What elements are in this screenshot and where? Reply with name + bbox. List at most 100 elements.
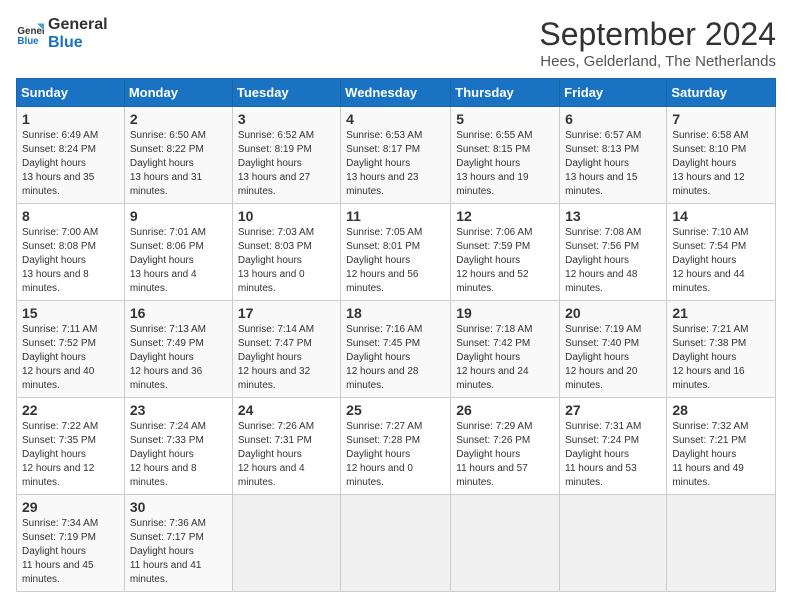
calendar-table: Sunday Monday Tuesday Wednesday Thursday…: [16, 78, 776, 592]
day-number: 8: [22, 208, 119, 224]
day-number: 21: [672, 305, 770, 321]
day-number: 25: [346, 402, 445, 418]
table-row: 1 Sunrise: 6:49 AMSunset: 8:24 PMDaylight…: [17, 107, 125, 204]
day-info: Sunrise: 6:53 AMSunset: 8:17 PMDaylight …: [346, 129, 445, 199]
header-monday: Monday: [124, 79, 232, 107]
table-row: 23Sunrise: 7:24 AMSunset: 7:33 PMDayligh…: [124, 398, 232, 495]
table-row: 4 Sunrise: 6:53 AMSunset: 8:17 PMDaylight…: [341, 107, 451, 204]
day-info: Sunrise: 6:52 AMSunset: 8:19 PMDaylight …: [238, 129, 335, 199]
table-row: 11Sunrise: 7:05 AMSunset: 8:01 PMDayligh…: [341, 204, 451, 301]
day-number: 18: [346, 305, 445, 321]
day-info: Sunrise: 7:21 AMSunset: 7:38 PMDaylight …: [672, 323, 770, 393]
table-row: 9Sunrise: 7:01 AMSunset: 8:06 PMDaylight…: [124, 204, 232, 301]
table-row: 15 Sunrise: 7:11 AMSunset: 7:52 PMDayligh…: [17, 301, 125, 398]
logo-text-blue: Blue: [48, 34, 108, 52]
day-number: 12: [456, 208, 554, 224]
day-info: Sunrise: 7:00 AMSunset: 8:08 PMDaylight …: [22, 226, 119, 296]
day-number: 3: [238, 111, 335, 127]
table-row: 24 Sunrise: 7:26 AMSunset: 7:31 PMDayligh…: [232, 398, 340, 495]
day-number: 16: [130, 305, 227, 321]
table-row: 8 Sunrise: 7:00 AMSunset: 8:08 PMDaylight…: [17, 204, 125, 301]
day-info: Sunrise: 6:50 AMSunset: 8:22 PMDaylight …: [130, 129, 227, 199]
day-info: Sunrise: 7:22 AMSunset: 7:35 PMDaylight …: [22, 420, 119, 490]
day-number: 30: [130, 499, 227, 515]
day-info: Sunrise: 7:26 AMSunset: 7:31 PMDaylight …: [238, 420, 335, 490]
table-row: 20Sunrise: 7:19 AMSunset: 7:40 PMDayligh…: [560, 301, 667, 398]
header-sunday: Sunday: [17, 79, 125, 107]
table-row: [560, 495, 667, 592]
day-info: Sunrise: 7:29 AMSunset: 7:26 PMDaylight …: [456, 420, 554, 490]
day-number: 4: [346, 111, 445, 127]
logo: General Blue General Blue: [16, 16, 108, 52]
day-info: Sunrise: 6:57 AMSunset: 8:13 PMDaylight …: [565, 129, 661, 199]
svg-text:Blue: Blue: [17, 36, 39, 47]
page-header: General Blue General Blue September 2024…: [16, 16, 776, 70]
day-number: 5: [456, 111, 554, 127]
day-info: Sunrise: 7:36 AMSunset: 7:17 PMDaylight …: [130, 517, 227, 587]
table-row: 16Sunrise: 7:13 AMSunset: 7:49 PMDayligh…: [124, 301, 232, 398]
day-info: Sunrise: 7:27 AMSunset: 7:28 PMDaylight …: [346, 420, 445, 490]
day-info: Sunrise: 7:10 AMSunset: 7:54 PMDaylight …: [672, 226, 770, 296]
header-friday: Friday: [560, 79, 667, 107]
table-row: 14 Sunrise: 7:10 AMSunset: 7:54 PMDayligh…: [667, 204, 776, 301]
day-info: Sunrise: 6:49 AMSunset: 8:24 PMDaylight …: [22, 129, 119, 199]
day-number: 13: [565, 208, 661, 224]
day-info: Sunrise: 6:58 AMSunset: 8:10 PMDaylight …: [672, 129, 770, 199]
table-row: 18 Sunrise: 7:16 AMSunset: 7:45 PMDayligh…: [341, 301, 451, 398]
header-wednesday: Wednesday: [341, 79, 451, 107]
header-tuesday: Tuesday: [232, 79, 340, 107]
table-row: 28 Sunrise: 7:32 AMSunset: 7:21 PMDayligh…: [667, 398, 776, 495]
day-number: 10: [238, 208, 335, 224]
day-info: Sunrise: 7:08 AMSunset: 7:56 PMDaylight …: [565, 226, 661, 296]
table-row: 29Sunrise: 7:34 AMSunset: 7:19 PMDayligh…: [17, 495, 125, 592]
day-number: 2: [130, 111, 227, 127]
table-row: 12 Sunrise: 7:06 AMSunset: 7:59 PMDayligh…: [451, 204, 560, 301]
day-number: 27: [565, 402, 661, 418]
day-number: 28: [672, 402, 770, 418]
table-row: 27Sunrise: 7:31 AMSunset: 7:24 PMDayligh…: [560, 398, 667, 495]
table-row: 7 Sunrise: 6:58 AMSunset: 8:10 PMDaylight…: [667, 107, 776, 204]
day-number: 7: [672, 111, 770, 127]
day-number: 19: [456, 305, 554, 321]
logo-text-general: General: [48, 16, 108, 34]
day-number: 17: [238, 305, 335, 321]
day-info: Sunrise: 7:03 AMSunset: 8:03 PMDaylight …: [238, 226, 335, 296]
calendar-subtitle: Hees, Gelderland, The Netherlands: [539, 53, 776, 70]
table-row: 21 Sunrise: 7:21 AMSunset: 7:38 PMDayligh…: [667, 301, 776, 398]
day-number: 15: [22, 305, 119, 321]
day-number: 14: [672, 208, 770, 224]
header-saturday: Saturday: [667, 79, 776, 107]
day-info: Sunrise: 7:34 AMSunset: 7:19 PMDaylight …: [22, 517, 119, 587]
calendar-body: 1 Sunrise: 6:49 AMSunset: 8:24 PMDaylight…: [17, 107, 776, 592]
day-info: Sunrise: 7:11 AMSunset: 7:52 PMDaylight …: [22, 323, 119, 393]
logo-icon: General Blue: [16, 20, 44, 48]
table-row: 10 Sunrise: 7:03 AMSunset: 8:03 PMDayligh…: [232, 204, 340, 301]
day-info: Sunrise: 7:16 AMSunset: 7:45 PMDaylight …: [346, 323, 445, 393]
table-row: 2 Sunrise: 6:50 AMSunset: 8:22 PMDaylight…: [124, 107, 232, 204]
day-info: Sunrise: 7:06 AMSunset: 7:59 PMDaylight …: [456, 226, 554, 296]
table-row: 25 Sunrise: 7:27 AMSunset: 7:28 PMDayligh…: [341, 398, 451, 495]
day-info: Sunrise: 7:19 AMSunset: 7:40 PMDaylight …: [565, 323, 661, 393]
day-number: 26: [456, 402, 554, 418]
day-number: 22: [22, 402, 119, 418]
table-row: 30 Sunrise: 7:36 AMSunset: 7:17 PMDayligh…: [124, 495, 232, 592]
day-number: 6: [565, 111, 661, 127]
header-thursday: Thursday: [451, 79, 560, 107]
calendar-title: September 2024: [539, 16, 776, 53]
day-number: 9: [130, 208, 227, 224]
day-info: Sunrise: 7:32 AMSunset: 7:21 PMDaylight …: [672, 420, 770, 490]
table-row: [451, 495, 560, 592]
day-info: Sunrise: 6:55 AMSunset: 8:15 PMDaylight …: [456, 129, 554, 199]
table-row: 19 Sunrise: 7:18 AMSunset: 7:42 PMDayligh…: [451, 301, 560, 398]
day-info: Sunrise: 7:24 AMSunset: 7:33 PMDaylight …: [130, 420, 227, 490]
day-info: Sunrise: 7:18 AMSunset: 7:42 PMDaylight …: [456, 323, 554, 393]
table-row: 13 Sunrise: 7:08 AMSunset: 7:56 PMDayligh…: [560, 204, 667, 301]
day-number: 1: [22, 111, 119, 127]
table-row: [232, 495, 340, 592]
table-row: [341, 495, 451, 592]
day-number: 11: [346, 208, 445, 224]
title-area: September 2024 Hees, Gelderland, The Net…: [539, 16, 776, 70]
table-row: 5 Sunrise: 6:55 AMSunset: 8:15 PMDaylight…: [451, 107, 560, 204]
table-row: 3 Sunrise: 6:52 AMSunset: 8:19 PMDaylight…: [232, 107, 340, 204]
day-number: 24: [238, 402, 335, 418]
